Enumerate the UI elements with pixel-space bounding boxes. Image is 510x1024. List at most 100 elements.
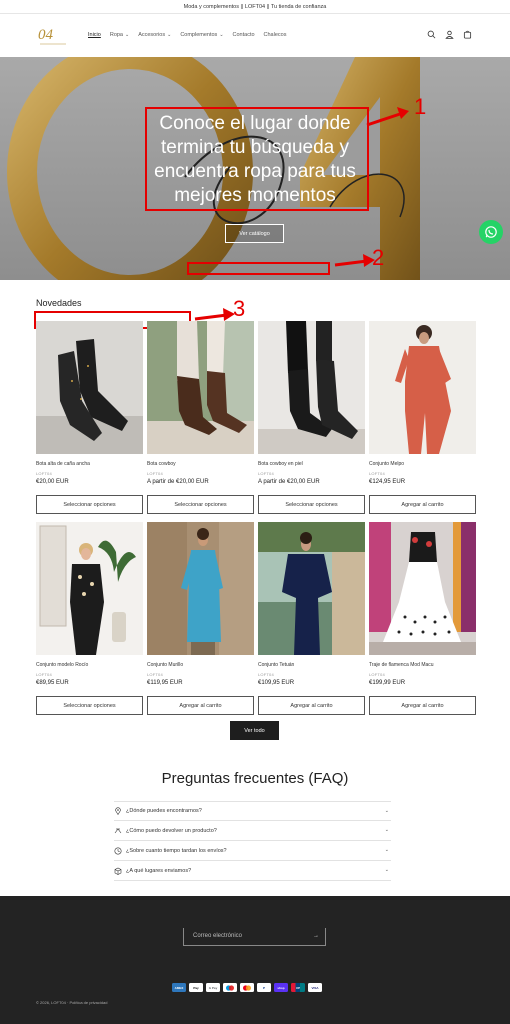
chevron-down-icon: ⌄ <box>384 867 389 873</box>
nav-item-ropa[interactable]: Ropa ⌄ <box>110 32 129 38</box>
amex-icon: AMEX <box>172 983 186 992</box>
faq-question: ¿Sobre cuanto tiempo tardan los envíos? <box>126 847 227 854</box>
email-placeholder: Correo electrónico <box>193 933 243 939</box>
faq-item[interactable]: ¿Dónde puedes encontrarnos? ⌄ <box>114 801 391 821</box>
copyright: © 2026, LOFT04 · Política de privacidad <box>36 1000 107 1005</box>
annotation-box-2 <box>187 262 330 275</box>
product-name[interactable]: Traje de flamenca Mod Macu <box>369 662 434 668</box>
product-image[interactable] <box>147 321 254 454</box>
faq-item[interactable]: ¿Cómo puedo devolver un producto? ⌄ <box>114 821 391 841</box>
product-image[interactable] <box>369 522 476 655</box>
chevron-down-icon: ⌄ <box>125 32 130 38</box>
announcement-text: Moda y complementos || LOFT04 || Tu tien… <box>183 4 327 10</box>
svg-text:04: 04 <box>38 27 54 43</box>
select-options-button[interactable]: Seleccionar opciones <box>147 495 254 514</box>
product-price: A partir de €20,00 EUR <box>147 479 209 485</box>
privacy-policy-link[interactable]: Política de privacidad <box>69 1000 107 1005</box>
shop-pay-icon: shop <box>274 983 288 992</box>
product-name[interactable]: Bota cowboy en piel <box>258 461 303 467</box>
product-vendor: LOFT04 <box>147 471 163 476</box>
nav-item-contacto[interactable]: Contacto <box>233 32 255 38</box>
add-to-cart-button[interactable]: Agregar al carrito <box>258 696 365 715</box>
product-card[interactable]: Bota alta de caña ancha LOFT04 €20,00 EU… <box>36 321 143 514</box>
return-icon <box>114 828 122 833</box>
product-image[interactable] <box>36 522 143 655</box>
chevron-down-icon: ⌄ <box>167 32 172 38</box>
faq-question: ¿Dónde puedes encontrarnos? <box>126 808 202 814</box>
union-pay-icon: UP <box>291 983 305 992</box>
product-card[interactable]: Conjunto Melpo LOFT04 €124,95 EUR Agrega… <box>369 321 476 514</box>
product-name[interactable]: Bota cowboy <box>147 461 176 467</box>
product-price: A partir de €20,00 EUR <box>258 479 320 485</box>
whatsapp-button[interactable] <box>479 220 503 244</box>
product-vendor: LOFT04 <box>258 672 274 677</box>
product-card[interactable]: Bota cowboy LOFT04 A partir de €20,00 EU… <box>147 321 254 514</box>
header-icons <box>427 30 472 39</box>
select-options-button[interactable]: Seleccionar opciones <box>36 495 143 514</box>
product-image[interactable] <box>258 321 365 454</box>
product-name[interactable]: Conjunto modelo Rocío <box>36 662 88 668</box>
cart-icon[interactable] <box>463 30 472 39</box>
newsletter-email-input[interactable]: Correo electrónico → <box>183 928 326 946</box>
product-image[interactable] <box>369 321 476 454</box>
main-nav: Inicio Ropa ⌄ Accesorios ⌄ Complementos ⌄ C… <box>88 32 286 38</box>
annotation-box-1 <box>145 107 369 211</box>
product-image[interactable] <box>147 522 254 655</box>
product-vendor: LOFT04 <box>369 672 385 677</box>
nav-item-complementos[interactable]: Complementos ⌄ <box>180 32 223 38</box>
mastercard-icon <box>240 983 254 992</box>
product-card[interactable]: Conjunto modelo Rocío LOFT04 €89,95 EUR … <box>36 522 143 715</box>
product-vendor: LOFT04 <box>258 471 274 476</box>
nav-item-chalecos[interactable]: Chalecos <box>264 32 287 38</box>
product-vendor: LOFT04 <box>369 471 385 476</box>
nav-item-label: Ropa <box>109 32 123 38</box>
add-to-cart-button[interactable]: Agregar al carrito <box>369 696 476 715</box>
annotation-number-1: 1 <box>414 94 427 119</box>
product-name[interactable]: Conjunto Murillo <box>147 662 183 668</box>
announcement-bar: Moda y complementos || LOFT04 || Tu tien… <box>0 0 510 14</box>
clock-icon <box>114 846 122 855</box>
product-card[interactable]: Conjunto Tetuán LOFT04 €109,95 EUR Agreg… <box>258 522 365 715</box>
search-icon[interactable] <box>427 30 436 39</box>
copyright-text: © 2026, LOFT04 <box>36 1000 66 1005</box>
brand-logo[interactable]: 04 <box>38 23 68 49</box>
chevron-down-icon: ⌄ <box>384 808 389 814</box>
faq-item[interactable]: ¿Sobre cuanto tiempo tardan los envíos? … <box>114 841 391 861</box>
product-card[interactable]: Bota cowboy en piel LOFT04 A partir de €… <box>258 321 365 514</box>
annotation-number-2: 2 <box>372 245 385 270</box>
select-options-button[interactable]: Seleccionar opciones <box>36 696 143 715</box>
product-vendor: LOFT04 <box>36 672 52 677</box>
select-options-button[interactable]: Seleccionar opciones <box>258 495 365 514</box>
section-title-novedades: Novedades <box>36 298 82 308</box>
product-image[interactable] <box>258 522 365 655</box>
faq-question: ¿A qué lugares enviamos? <box>126 867 192 874</box>
product-image[interactable] <box>36 321 143 454</box>
faq-item[interactable]: ¿A qué lugares enviamos? ⌄ <box>114 861 391 881</box>
product-name[interactable]: Conjunto Tetuán <box>258 662 294 668</box>
arrow-right-icon[interactable]: → <box>313 928 319 944</box>
add-to-cart-button[interactable]: Agregar al carrito <box>369 495 476 514</box>
apple-pay-icon: Pay <box>189 983 203 992</box>
paypal-icon: P <box>257 983 271 992</box>
nav-item-inicio[interactable]: Inicio <box>88 32 101 38</box>
product-card[interactable]: Traje de flamenca Mod Macu LOFT04 €199,9… <box>369 522 476 715</box>
nav-item-accesorios[interactable]: Accesorios ⌄ <box>138 32 171 38</box>
site-header: 04 Inicio Ropa ⌄ Accesorios ⌄ Complementos… <box>0 15 510 57</box>
product-price: €124,95 EUR <box>369 479 406 485</box>
view-all-button[interactable]: Ver todo <box>230 721 279 740</box>
box-icon <box>114 867 122 875</box>
view-catalog-button[interactable]: Ver catálogo <box>225 224 284 243</box>
add-to-cart-button[interactable]: Agregar al carrito <box>147 696 254 715</box>
product-name[interactable]: Conjunto Melpo <box>369 461 404 467</box>
nav-item-label: Accesorios <box>138 32 166 38</box>
visa-icon: VISA <box>308 983 322 992</box>
hero-banner: Conoce el lugar donde termina tu búsqued… <box>0 57 510 280</box>
product-card[interactable]: Conjunto Murillo LOFT04 €119,95 EUR Agre… <box>147 522 254 715</box>
account-icon[interactable] <box>445 30 454 39</box>
chevron-down-icon: ⌄ <box>219 32 224 38</box>
nav-item-label: Complementos <box>180 32 218 38</box>
product-price: €109,95 EUR <box>258 680 295 686</box>
product-name[interactable]: Bota alta de caña ancha <box>36 461 90 467</box>
product-price: €89,95 EUR <box>36 680 69 686</box>
annotation-arrow-icon <box>366 107 409 127</box>
